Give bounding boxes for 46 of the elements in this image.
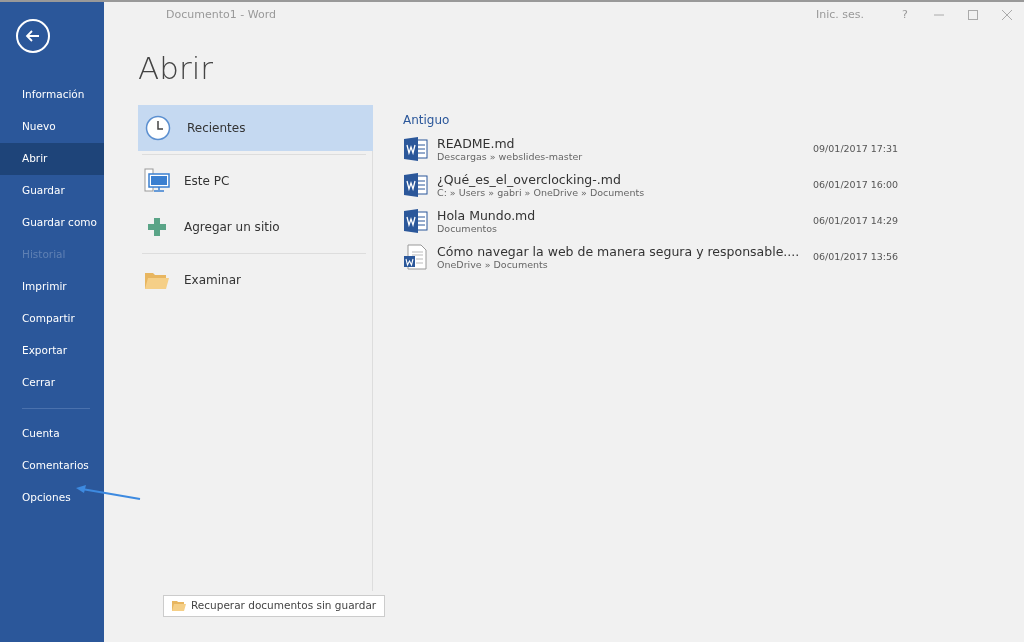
file-name: ¿Qué_es_el_overclocking-.md (437, 171, 622, 187)
recent-file[interactable]: README.md Descargas » webslides-master 09/01/2017 17:31 (403, 131, 903, 168)
file-date: 06/01/2017 13:56 (813, 250, 900, 265)
file-path: C: » Users » gabri » OneDrive » Documents (437, 186, 645, 199)
sidebar-item[interactable]: Cuenta (0, 418, 104, 450)
location-item[interactable]: Este PC (138, 158, 373, 205)
computer-icon (144, 168, 170, 195)
sidebar-item[interactable]: Comentarios (0, 450, 104, 482)
file-date: 06/01/2017 14:29 (813, 214, 900, 229)
location-item[interactable]: Agregar un sitio (138, 204, 373, 251)
file-path: Documentos (437, 222, 498, 235)
sidebar-item[interactable]: Cerrar (0, 367, 104, 399)
sidebar-item[interactable]: Compartir (0, 303, 104, 335)
clock-icon (145, 115, 171, 142)
sidebar-item[interactable]: Imprimir (0, 271, 104, 303)
close-icon[interactable] (1001, 9, 1013, 21)
recent-file[interactable]: ¿Qué_es_el_overclocking-.md C: » Users » gabri » OneDrive » Documents 06/01/2017 16:00 (403, 167, 903, 204)
file-path: OneDrive » Documents (437, 258, 549, 271)
file-path: Descargas » webslides-master (437, 150, 583, 163)
word-document-icon (403, 208, 429, 235)
group-heading: Antiguo (403, 112, 451, 130)
page-title: Abrir (138, 50, 214, 88)
word-document-icon (403, 244, 429, 271)
back-icon[interactable] (16, 19, 50, 53)
sidebar-item[interactable]: Guardar como (0, 207, 104, 239)
word-document-icon (403, 136, 429, 163)
recover-button[interactable]: Recuperar documentos sin guardar (163, 595, 386, 618)
window-title: Documento1 - Word (166, 6, 276, 23)
location-item[interactable]: Recientes (138, 105, 373, 152)
maximize-icon[interactable] (967, 9, 979, 21)
sidebar-item[interactable]: Exportar (0, 335, 104, 367)
sidebar-item[interactable]: Abrir (0, 143, 104, 175)
sidebar-item[interactable]: Guardar (0, 175, 104, 207)
word-document-icon (403, 172, 429, 199)
location-item[interactable]: Examinar (138, 257, 373, 304)
file-name: README.md (437, 135, 516, 151)
folder-icon (172, 600, 186, 613)
sidebar-item[interactable]: Opciones (0, 482, 104, 514)
file-name: Hola Mundo.md (437, 207, 536, 223)
sidebar-item[interactable]: Información (0, 79, 104, 111)
file-date: 09/01/2017 17:31 (813, 142, 900, 157)
file-name: Cómo navegar la web de manera segura y responsable.... (437, 243, 800, 259)
recent-file[interactable]: Hola Mundo.md Documentos 06/01/2017 14:29 (403, 203, 903, 240)
sidebar-item[interactable]: Nuevo (0, 111, 104, 143)
file-date: 06/01/2017 16:00 (813, 178, 900, 193)
recent-file[interactable]: Cómo navegar la web de manera segura y responsable.... OneDrive » Documents 06/01/2017 13:56 (403, 239, 903, 276)
